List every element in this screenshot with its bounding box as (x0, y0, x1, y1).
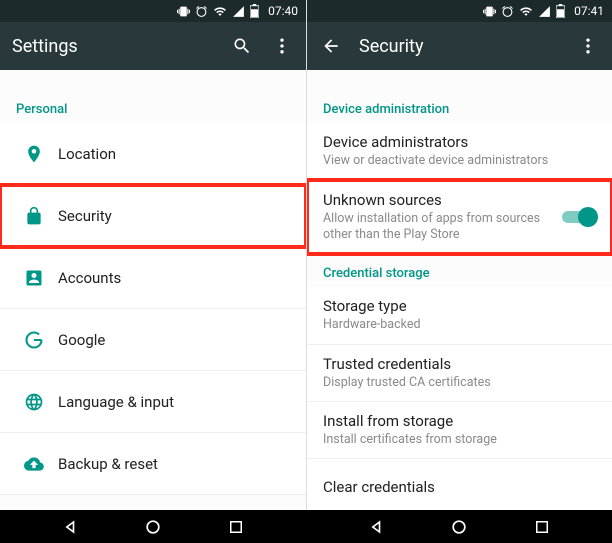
vibrate-icon (483, 5, 496, 18)
search-icon[interactable] (230, 34, 254, 58)
app-bar: Settings (0, 22, 306, 70)
item-device-administrators[interactable]: Device administrators View or deactivate… (307, 123, 612, 180)
item-subtitle: Display trusted CA certificates (323, 375, 596, 391)
item-title: Clear credentials (323, 478, 596, 496)
signal-icon (538, 5, 551, 18)
item-label: Security (58, 207, 290, 225)
nav-back-icon[interactable] (365, 515, 389, 539)
cloud-upload-icon (16, 454, 52, 474)
page-title: Security (359, 36, 560, 57)
item-title: Install from storage (323, 412, 596, 430)
globe-icon (16, 392, 52, 412)
item-title: Unknown sources (323, 191, 562, 209)
google-icon (16, 330, 52, 350)
nav-home-icon[interactable] (141, 515, 165, 539)
status-bar: 07:40 (0, 0, 306, 22)
status-time: 07:41 (574, 4, 604, 18)
more-icon[interactable] (270, 34, 294, 58)
list-item-backup[interactable]: Backup & reset (0, 433, 306, 495)
list-item-language[interactable]: Language & input (0, 371, 306, 433)
item-subtitle: View or deactivate device administrators (323, 153, 596, 169)
lock-icon (16, 206, 52, 226)
nav-bar (0, 510, 612, 543)
item-label: Accounts (58, 269, 290, 287)
item-install-from-storage[interactable]: Install from storage Install certificate… (307, 402, 612, 459)
list-item-location[interactable]: Location (0, 123, 306, 185)
status-time: 07:40 (268, 4, 298, 18)
item-clear-credentials[interactable]: Clear credentials (307, 459, 612, 510)
page-title: Settings (12, 36, 214, 57)
nav-home-icon[interactable] (447, 515, 471, 539)
item-label: Google (58, 331, 290, 349)
item-subtitle: Install certificates from storage (323, 432, 596, 448)
battery-icon (556, 4, 565, 18)
security-list: Device administration Device administrat… (307, 70, 612, 510)
wifi-icon (213, 5, 227, 18)
list-item-google[interactable]: Google (0, 309, 306, 371)
item-unknown-sources[interactable]: Unknown sources Allow installation of ap… (307, 180, 612, 254)
nav-recent-icon[interactable] (530, 515, 554, 539)
signal-icon (232, 5, 245, 18)
alarm-icon (501, 5, 514, 18)
settings-list: Personal Location Security Accounts (0, 70, 306, 510)
item-label: Language & input (58, 393, 290, 411)
nav-back-icon[interactable] (59, 515, 83, 539)
list-item-security[interactable]: Security (0, 185, 306, 247)
status-bar: 07:41 (307, 0, 612, 22)
alarm-icon (195, 5, 208, 18)
item-title: Trusted credentials (323, 355, 596, 373)
item-label: Location (58, 145, 290, 163)
item-subtitle: Allow installation of apps from sources … (323, 211, 562, 244)
more-icon[interactable] (576, 34, 600, 58)
person-icon (16, 268, 52, 288)
item-storage-type[interactable]: Storage type Hardware-backed (307, 287, 612, 344)
wifi-icon (519, 5, 533, 18)
item-title: Device administrators (323, 133, 596, 151)
list-item-accounts[interactable]: Accounts (0, 247, 306, 309)
vibrate-icon (177, 5, 190, 18)
security-screen: 07:41 Security Device administration Dev… (306, 0, 612, 510)
location-icon (16, 144, 52, 164)
app-bar: Security (307, 22, 612, 70)
item-trusted-credentials[interactable]: Trusted credentials Display trusted CA c… (307, 345, 612, 402)
item-subtitle: Hardware-backed (323, 317, 596, 333)
item-label: Backup & reset (58, 455, 290, 473)
section-header-credential: Credential storage (307, 254, 612, 287)
item-title: Storage type (323, 297, 596, 315)
section-header-personal: Personal (0, 90, 306, 123)
unknown-sources-toggle[interactable] (562, 207, 596, 227)
settings-screen: 07:40 Settings Personal Location (0, 0, 306, 510)
back-icon[interactable] (319, 34, 343, 58)
nav-recent-icon[interactable] (224, 515, 248, 539)
section-header-device-admin: Device administration (307, 90, 612, 123)
battery-icon (250, 4, 259, 18)
